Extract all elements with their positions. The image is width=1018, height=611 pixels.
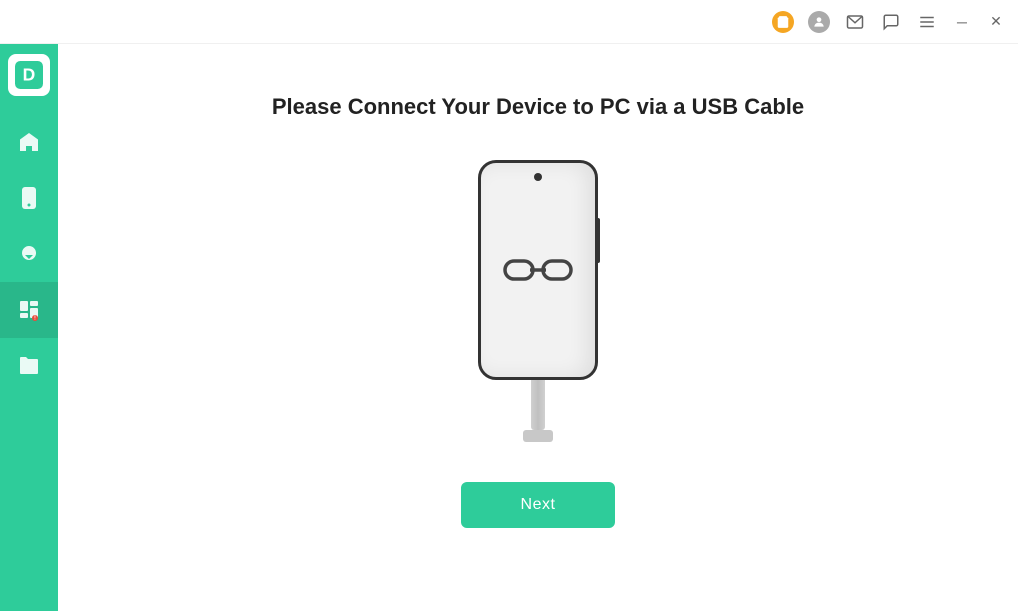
next-button[interactable]: Next <box>461 482 616 528</box>
sidebar-item-home[interactable] <box>0 114 58 170</box>
shop-icon[interactable] <box>772 11 794 33</box>
minimize-button[interactable]: ─ <box>952 12 972 32</box>
close-button[interactable]: ✕ <box>986 12 1006 32</box>
usb-cable-group <box>523 380 553 442</box>
sidebar-item-backup[interactable] <box>0 226 58 282</box>
phone-side-button <box>596 218 600 263</box>
svg-text:D: D <box>23 64 36 84</box>
phone-illustration <box>478 160 598 442</box>
sidebar-item-repair[interactable]: ! <box>0 282 58 338</box>
usb-cable <box>531 380 545 430</box>
mail-icon[interactable] <box>844 11 866 33</box>
menu-icon[interactable] <box>916 11 938 33</box>
sidebar-item-files[interactable] <box>0 338 58 394</box>
phone-body <box>478 160 598 380</box>
title-bar-icons: ─ ✕ <box>772 11 1006 33</box>
main-content: Please Connect Your Device to PC via a U… <box>58 44 1018 611</box>
sidebar: D ! <box>0 44 58 611</box>
link-icon <box>503 253 573 287</box>
usb-connector <box>523 430 553 442</box>
user-icon[interactable] <box>808 11 830 33</box>
chat-icon[interactable] <box>880 11 902 33</box>
app-body: D ! <box>0 44 1018 611</box>
page-title: Please Connect Your Device to PC via a U… <box>272 94 804 120</box>
app-logo: D <box>8 54 50 96</box>
title-bar: ─ ✕ <box>0 0 1018 44</box>
sidebar-item-device[interactable] <box>0 170 58 226</box>
